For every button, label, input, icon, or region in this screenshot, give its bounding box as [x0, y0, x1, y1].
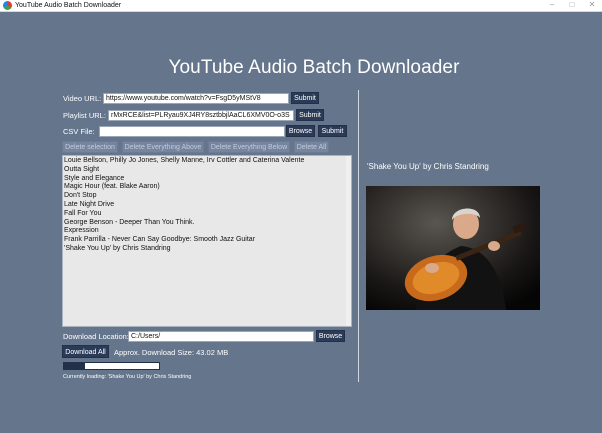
- delete-below-button[interactable]: Delete Everything Below: [208, 141, 290, 153]
- playlist-url-input[interactable]: rMxRCE&list=PLRyau9XJ4RY8sztbbjlAaCL6XMV…: [108, 110, 294, 121]
- list-item[interactable]: Outta Sight: [64, 166, 351, 175]
- download-progress-bar: [63, 362, 160, 370]
- maximize-icon[interactable]: □: [562, 0, 582, 11]
- download-location-input[interactable]: C:/Users/: [128, 331, 314, 342]
- csv-file-input[interactable]: [99, 126, 285, 137]
- playlist-url-submit-button[interactable]: Submit: [296, 109, 324, 121]
- delete-selection-button[interactable]: Delete selection: [62, 141, 118, 153]
- track-list[interactable]: Louie Bellson, Philly Jo Jones, Shelly M…: [62, 155, 352, 327]
- csv-submit-button[interactable]: Submit: [318, 125, 347, 137]
- list-item[interactable]: 'Shake You Up' by Chris Standring: [64, 245, 351, 254]
- list-item[interactable]: Magic Hour (feat. Blake Aaron): [64, 183, 351, 192]
- progress-fill: [64, 363, 85, 369]
- list-item[interactable]: Louie Bellson, Philly Jo Jones, Shelly M…: [64, 157, 351, 166]
- download-browse-button[interactable]: Browse: [316, 330, 345, 342]
- status-text: Currently loading: 'Shake You Up' by Chr…: [63, 374, 192, 380]
- playlist-url-label: Playlist URL:: [63, 111, 106, 120]
- vertical-divider: [358, 90, 359, 382]
- close-icon[interactable]: ✕: [582, 0, 602, 11]
- list-item[interactable]: Frank Parrilla - Never Can Say Goodbye: …: [64, 236, 351, 245]
- list-item[interactable]: Style and Elegance: [64, 175, 351, 184]
- video-url-label: Video URL:: [63, 94, 102, 103]
- download-location-label: Download Location:: [63, 332, 129, 341]
- list-item[interactable]: Fall For You: [64, 210, 351, 219]
- page-title: YouTube Audio Batch Downloader: [168, 57, 460, 78]
- download-all-button[interactable]: Download All: [62, 345, 109, 358]
- list-item[interactable]: Don't Stop: [64, 192, 351, 201]
- now-playing-title: 'Shake You Up' by Chris Standring: [367, 162, 489, 171]
- minimize-icon[interactable]: –: [542, 0, 562, 11]
- window-title: YouTube Audio Batch Downloader: [15, 2, 122, 9]
- list-item[interactable]: Expression: [64, 227, 351, 236]
- csv-browse-button[interactable]: Browse: [286, 125, 315, 137]
- app-icon: [3, 1, 12, 10]
- video-url-submit-button[interactable]: Submit: [291, 92, 319, 104]
- delete-all-button[interactable]: Delete All: [294, 141, 329, 153]
- title-bar: YouTube Audio Batch Downloader – □ ✕: [0, 0, 602, 12]
- video-thumbnail: [366, 186, 540, 310]
- csv-file-label: CSV File:: [63, 127, 95, 136]
- delete-above-button[interactable]: Delete Everything Above: [122, 141, 204, 153]
- list-item[interactable]: Late Night Drive: [64, 201, 351, 210]
- app-body: YouTube Audio Batch Downloader Video URL…: [0, 12, 602, 433]
- video-url-input[interactable]: https://www.youtube.com/watch?v=FsgD5yMS…: [103, 93, 289, 104]
- list-item[interactable]: George Benson - Deeper Than You Think.: [64, 219, 351, 228]
- list-scrollbar[interactable]: [346, 156, 351, 326]
- download-size-text: Approx. Download Size: 43.02 MB: [114, 348, 229, 357]
